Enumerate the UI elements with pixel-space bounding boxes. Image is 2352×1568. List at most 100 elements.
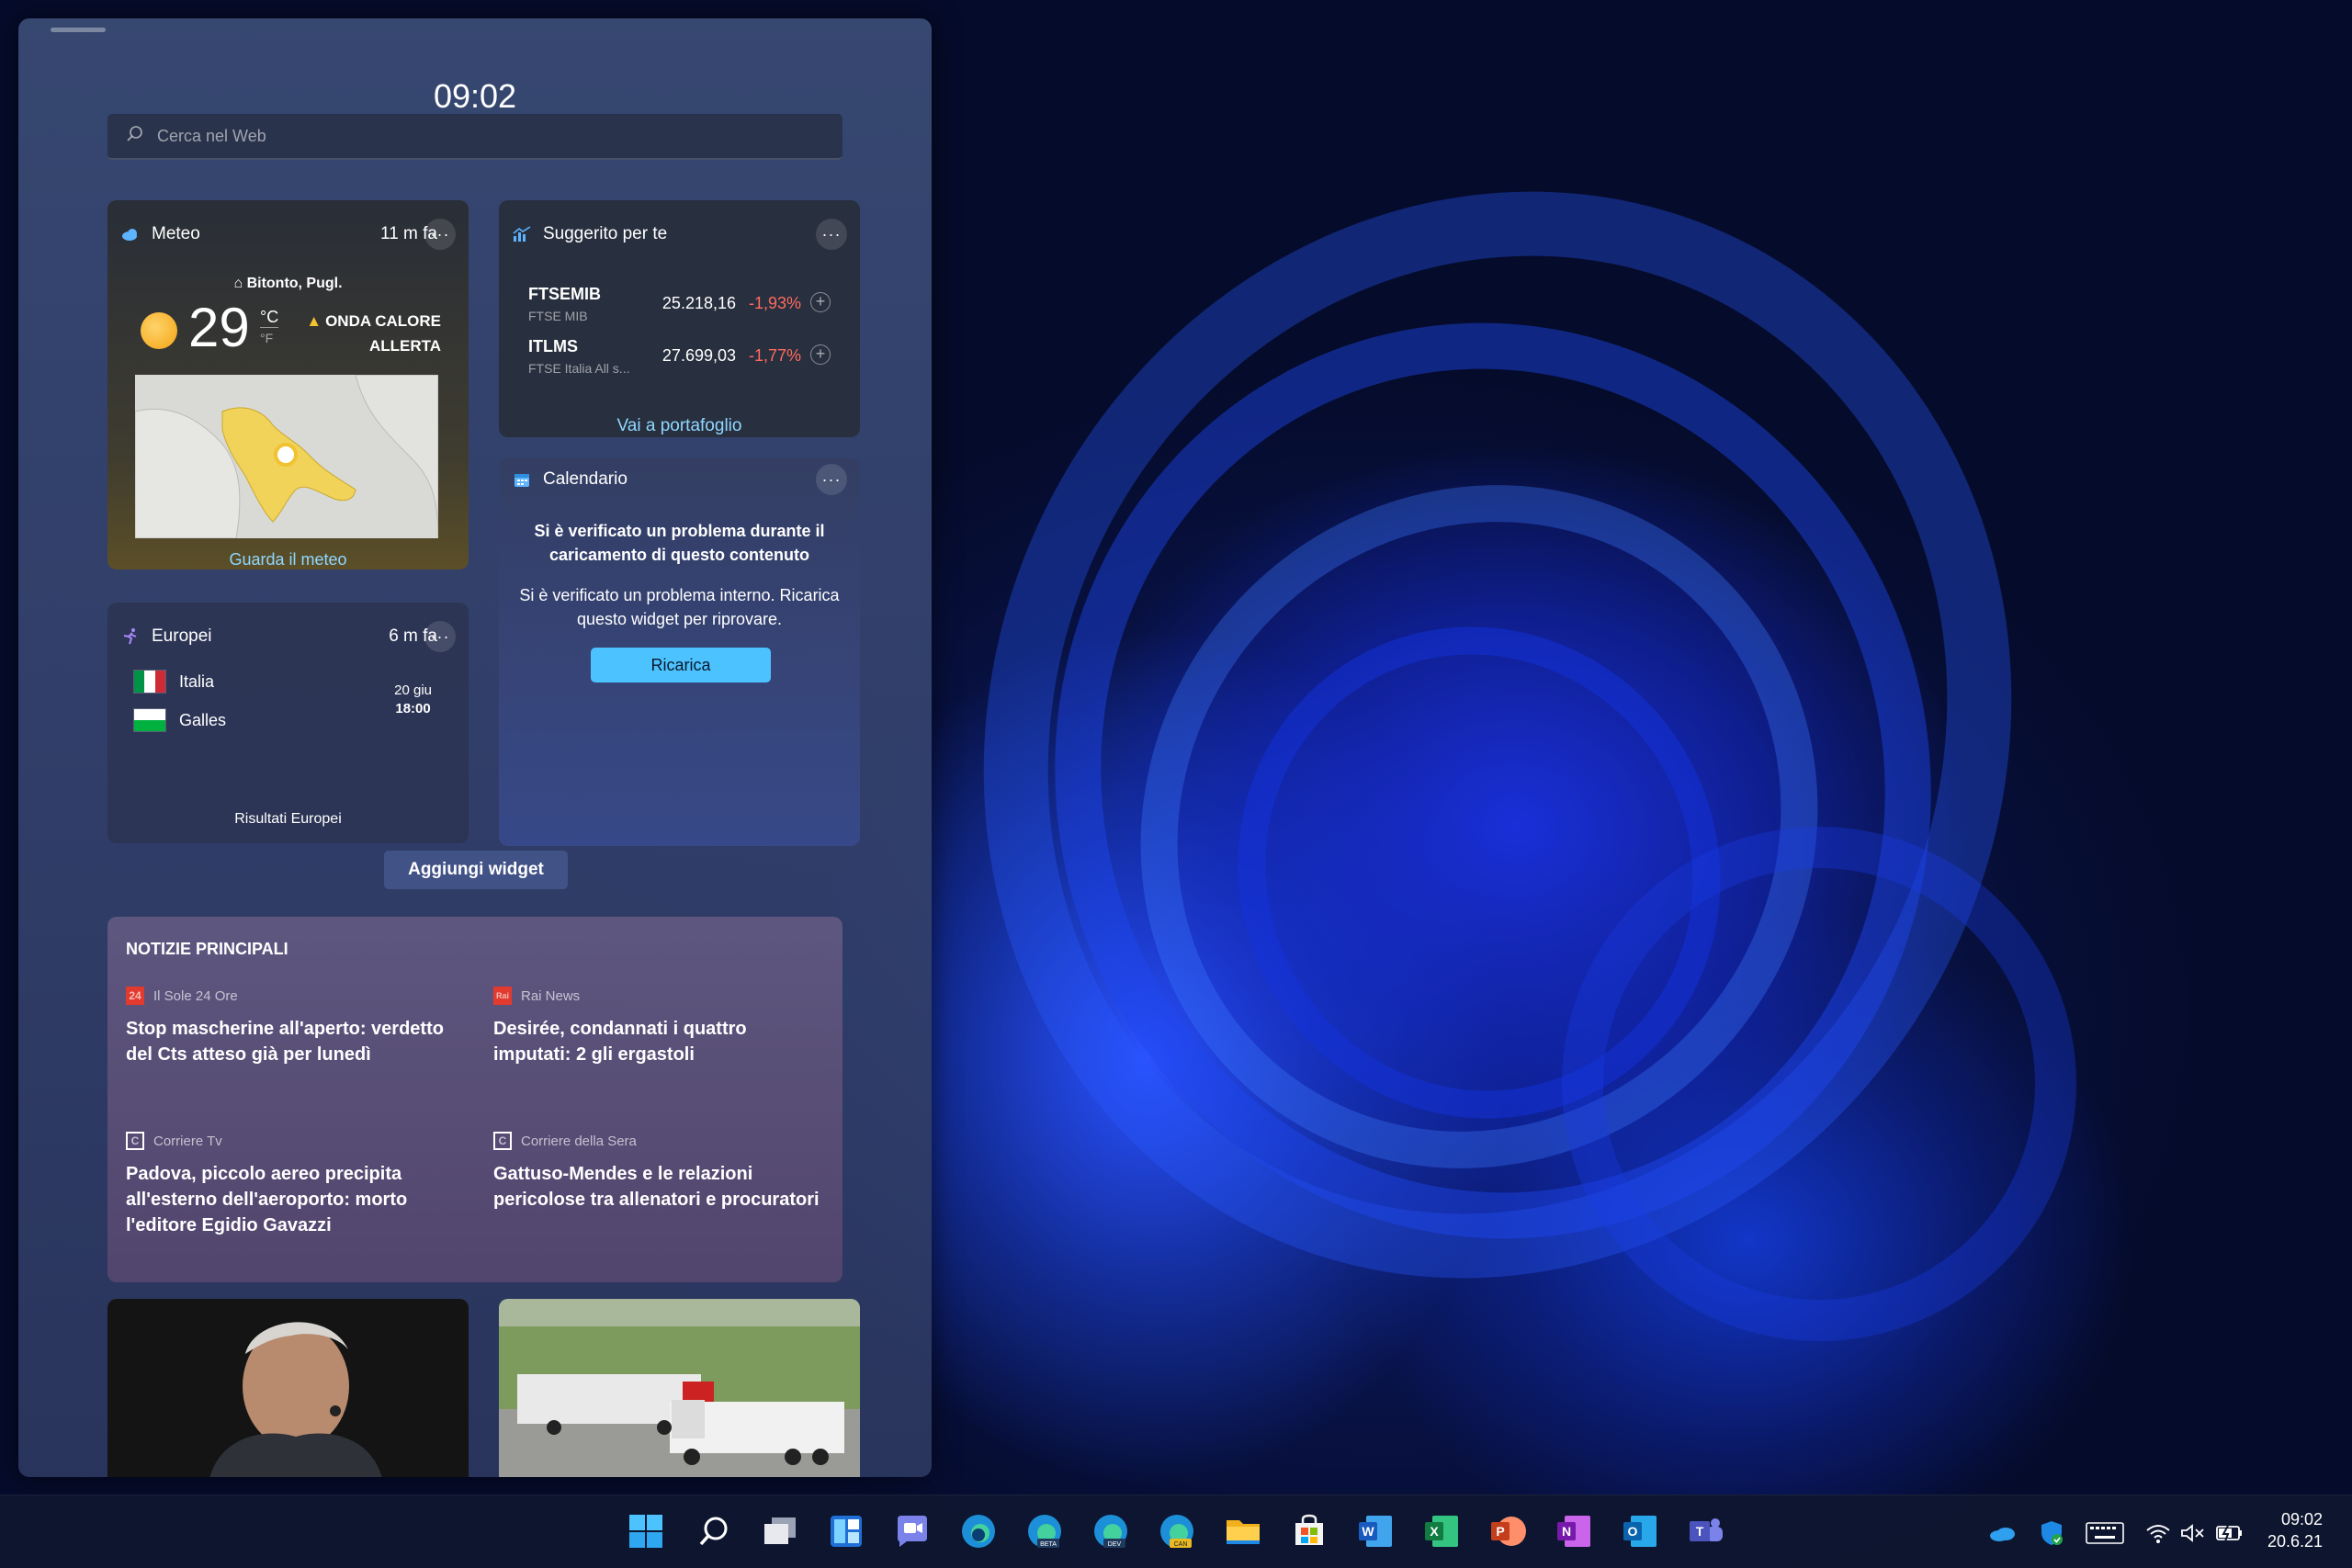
outlook-icon[interactable]: O (1617, 1508, 1663, 1554)
news-source: Il Sole 24 Ore (153, 987, 238, 1004)
news-photo-card[interactable] (107, 1299, 469, 1477)
weather-map[interactable] (135, 375, 438, 538)
taskbar-date: 20.6.21 (2267, 1532, 2323, 1551)
wifi-icon[interactable] (2144, 1519, 2172, 1547)
reload-button[interactable]: Ricarica (591, 648, 771, 682)
security-icon[interactable] (2036, 1519, 2067, 1547)
search-icon[interactable] (691, 1508, 737, 1554)
stock-row[interactable]: ITLMS FTSE Italia All s... 27.699,03 -1,… (528, 337, 842, 389)
more-options-button[interactable]: ··· (424, 621, 456, 652)
widget-title: Meteo (152, 224, 200, 243)
clock-date[interactable]: 09:02 20.6.21 (2267, 1508, 2323, 1552)
file-explorer-icon[interactable] (1220, 1508, 1266, 1554)
excel-icon[interactable]: X (1419, 1508, 1464, 1554)
corriere-tv-logo-icon: C (126, 1132, 144, 1150)
stocks-widget[interactable]: Suggerito per te ··· FTSEMIB FTSE MIB 25… (499, 200, 860, 437)
portfolio-link[interactable]: Vai a portafoglio (499, 416, 860, 436)
onedrive-icon[interactable] (1986, 1519, 2018, 1547)
match-date: 20 giu 18:00 (394, 682, 432, 716)
team-name: Italia (179, 671, 215, 691)
news-title: Desirée, condannati i quattro imputati: … (493, 1019, 747, 1065)
panel-clock: 09:02 (433, 77, 517, 115)
powerpoint-icon[interactable]: P (1485, 1508, 1531, 1554)
news-source: Corriere Tv (153, 1133, 222, 1149)
taskbar: BETA DEV CAN W X P N O T 09:02 20.6.21 (0, 1495, 2352, 1568)
volume-muted-icon[interactable] (2179, 1519, 2207, 1547)
search-icon (126, 125, 144, 148)
edge-dev-icon[interactable]: DEV (1088, 1508, 1134, 1554)
taskbar-time: 09:02 (2280, 1510, 2323, 1529)
truck-image (499, 1299, 860, 1477)
edge-beta-icon[interactable]: BETA (1022, 1508, 1068, 1554)
widgets-icon[interactable] (823, 1508, 869, 1554)
svg-text:BETA: BETA (1040, 1541, 1057, 1548)
stock-value: 27.699,03 (662, 346, 736, 365)
news-story[interactable]: Rai Rai News Desirée, condannati i quattr… (493, 987, 824, 1067)
news-story[interactable]: C Corriere della Sera Gattuso-Mendes e le… (493, 1132, 824, 1213)
weather-link[interactable]: Guarda il meteo (107, 550, 469, 570)
corriere-sera-logo-icon: C (493, 1132, 512, 1150)
news-header: NOTIZIE PRINCIPALI (126, 940, 288, 958)
team-name: Galles (179, 710, 227, 729)
widget-title: Suggerito per te (543, 224, 668, 243)
battery-charging-icon[interactable] (2214, 1519, 2245, 1547)
results-link[interactable]: Risultati Europei (107, 811, 469, 828)
keyboard-icon[interactable] (2082, 1519, 2128, 1547)
svg-text:CAN: CAN (1174, 1541, 1188, 1548)
unit-fahrenheit[interactable]: °F (260, 327, 279, 348)
stock-name: FTSE MIB (528, 309, 588, 323)
onenote-icon[interactable]: N (1551, 1508, 1597, 1554)
news-photo-card[interactable] (499, 1299, 860, 1477)
news-source: Corriere della Sera (521, 1133, 637, 1149)
italy-flag-icon (133, 670, 166, 694)
news-source: Rai News (521, 987, 581, 1004)
svg-text:P: P (1496, 1524, 1504, 1539)
chat-icon[interactable] (889, 1508, 935, 1554)
sun-icon (141, 312, 177, 349)
task-view-icon[interactable] (757, 1508, 803, 1554)
edge-canary-icon[interactable]: CAN (1154, 1508, 1200, 1554)
temperature: 29 (188, 297, 250, 358)
team-row[interactable]: Italia (133, 669, 214, 694)
svg-text:O: O (1628, 1524, 1638, 1539)
more-options-button[interactable]: ··· (424, 219, 456, 250)
sole24ore-logo-icon: 24 (126, 987, 144, 1005)
runner-icon (120, 626, 141, 647)
stock-symbol: FTSEMIB (528, 285, 601, 303)
news-title: Stop mascherine all'aperto: verdetto del… (126, 1019, 444, 1065)
more-options-button[interactable]: ··· (816, 219, 847, 250)
home-icon: ⌂ (233, 276, 247, 291)
web-search-box[interactable]: Cerca nel Web (107, 114, 842, 160)
stock-row[interactable]: FTSEMIB FTSE MIB 25.218,16 -1,93% + (528, 285, 842, 336)
unit-celsius[interactable]: °C (260, 307, 278, 327)
news-title: Padova, piccolo aereo precipita all'este… (126, 1164, 408, 1235)
start-icon[interactable] (623, 1508, 669, 1554)
news-story[interactable]: C Corriere Tv Padova, piccolo aereo preci… (126, 1132, 457, 1238)
stock-value: 25.218,16 (662, 294, 736, 312)
calendar-widget[interactable]: Calendario ··· Si è verificato un proble… (499, 458, 860, 846)
widget-title: Europei (152, 626, 212, 646)
error-message: Si è verificato un problema interno. Ric… (519, 586, 840, 628)
sports-widget[interactable]: Europei 6 m fa ··· Italia Galles 20 giu … (107, 603, 469, 843)
heat-alert[interactable]: ▲ ONDA CALORE ALLERTA (306, 309, 441, 358)
store-icon[interactable] (1286, 1508, 1332, 1554)
add-widget-button[interactable]: Aggiungi widget (384, 851, 568, 889)
warning-icon: ▲ (306, 312, 322, 330)
more-options-button[interactable]: ··· (816, 464, 847, 495)
svg-text:T: T (1696, 1524, 1704, 1539)
stock-change: -1,93% (748, 294, 801, 312)
news-story[interactable]: 24 Il Sole 24 Ore Stop mascherine all'ape… (126, 987, 457, 1067)
search-placeholder: Cerca nel Web (157, 126, 266, 145)
teams-icon[interactable]: T (1683, 1508, 1729, 1554)
team-row[interactable]: Galles (133, 707, 226, 733)
add-stock-button[interactable]: + (810, 344, 831, 365)
weather-widget[interactable]: Meteo 11 m fa ··· ⌂ Bitonto, Pugl. 29 °C… (107, 200, 469, 570)
edge-icon[interactable] (956, 1508, 1001, 1554)
add-stock-button[interactable]: + (810, 292, 831, 312)
panel-handle[interactable] (51, 28, 106, 32)
stock-symbol: ITLMS (528, 337, 578, 355)
rainews-logo-icon: Rai (493, 987, 512, 1005)
cloud-icon (120, 224, 141, 244)
unit-toggle[interactable]: °C °F (260, 307, 279, 348)
word-icon[interactable]: W (1352, 1508, 1398, 1554)
